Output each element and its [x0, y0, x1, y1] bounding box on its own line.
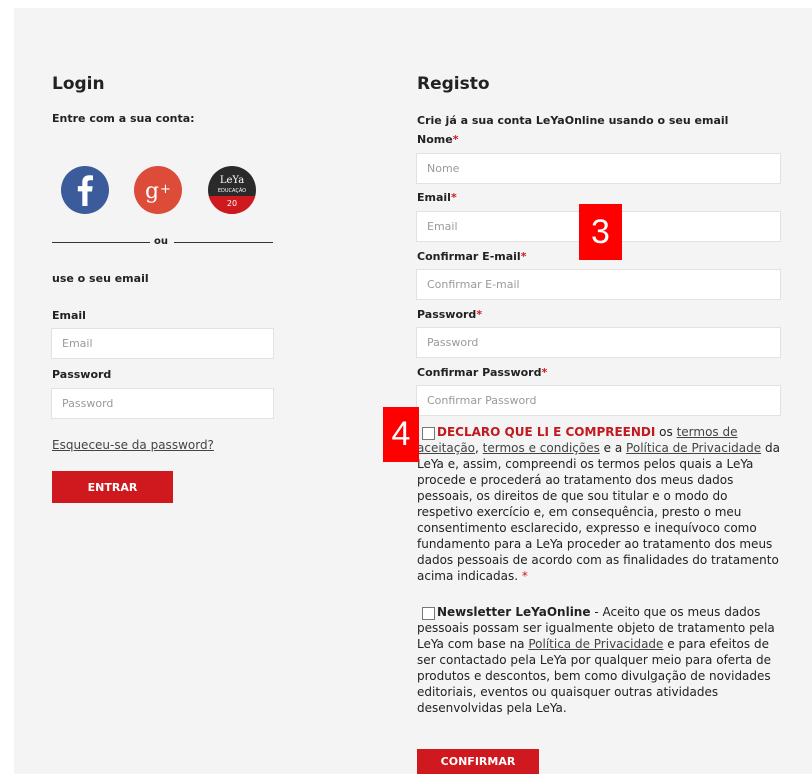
facebook-icon — [77, 175, 93, 206]
leya-educacao-icon: LeYa EDUCAÇÃO 20 — [208, 175, 256, 214]
newsletter-privacy-policy-link[interactable]: Política de Privacidade — [528, 637, 663, 651]
confirm-email-input[interactable] — [416, 269, 781, 300]
register-title: Registo — [417, 74, 490, 94]
leya-educacao-login-button[interactable]: LeYa EDUCAÇÃO 20 — [208, 166, 256, 214]
confirm-password-label: Confirmar Password* — [417, 366, 548, 379]
facebook-login-button[interactable] — [61, 166, 109, 214]
google-plus-login-button[interactable]: g + — [134, 166, 182, 214]
google-plus-icon: g + — [145, 179, 171, 204]
login-email-label: Email — [52, 309, 86, 322]
svg-text:LeYa: LeYa — [220, 175, 244, 186]
annotation-marker-3: 3 — [579, 204, 622, 260]
confirm-email-label: Confirmar E-mail* — [417, 250, 527, 263]
divider-right — [174, 242, 273, 243]
register-submit-button[interactable]: CONFIRMAR — [417, 749, 539, 774]
register-subtitle: Crie já a sua conta LeYaOnline usando o … — [417, 114, 729, 127]
login-title: Login — [52, 74, 105, 94]
login-password-input[interactable] — [51, 388, 274, 419]
name-input[interactable] — [416, 153, 781, 184]
name-label: Nome* — [417, 133, 459, 146]
divider-left — [52, 242, 150, 243]
svg-text:g: g — [145, 179, 159, 204]
password-input[interactable] — [416, 327, 781, 358]
login-email-input[interactable] — [51, 328, 274, 359]
svg-text:EDUCAÇÃO: EDUCAÇÃO — [218, 187, 246, 194]
svg-text:20: 20 — [227, 199, 237, 208]
svg-text:+: + — [160, 182, 171, 197]
privacy-policy-link[interactable]: Política de Privacidade — [626, 441, 761, 455]
email-label: Email* — [417, 191, 457, 204]
newsletter-text: Newsletter LeYaOnline - Aceito que os me… — [417, 605, 775, 715]
use-email-text: use o seu email — [52, 272, 149, 285]
login-password-label: Password — [52, 368, 112, 381]
terms-text: DECLARO QUE LI E COMPREENDI os termos de… — [417, 425, 780, 583]
annotation-marker-4: 4 — [383, 407, 419, 462]
login-submit-button[interactable]: ENTRAR — [52, 471, 173, 503]
login-subtitle: Entre com a sua conta: — [52, 112, 195, 125]
terms-conditions-link[interactable]: termos e condições — [483, 441, 600, 455]
or-divider-text: ou — [154, 236, 168, 247]
forgot-password-link[interactable]: Esqueceu-se da password? — [52, 438, 214, 452]
password-label: Password* — [417, 308, 483, 321]
confirm-password-input[interactable] — [416, 385, 781, 416]
